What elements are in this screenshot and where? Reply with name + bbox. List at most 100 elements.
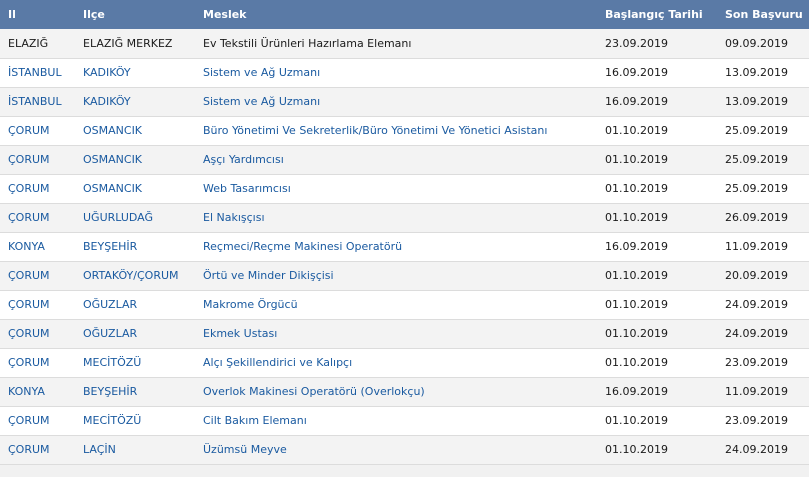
cell-il[interactable]: ÇORUM [0,435,75,464]
cell-ilce[interactable]: OSMANCIK [75,145,195,174]
cell-il[interactable]: ÇORUM [0,145,75,174]
cell-baslangic-tarihi: 01.10.2019 [605,269,668,282]
cell-il[interactable]: ÇORUM [0,319,75,348]
cell-baslangic-tarihi: 16.09.2019 [605,385,668,398]
cell-meslek[interactable]: Sistem ve Ağ Uzmanı [195,58,597,87]
cell-meslek[interactable]: Cilt Bakım Elemanı [195,406,597,435]
cell-ilce[interactable]: MECİTÖZÜ [75,406,195,435]
cell-son-basvuru: 25.09.2019 [725,182,788,195]
cell-meslek[interactable]: Örtü ve Minder Dikişçisi [195,261,597,290]
cell-ilce[interactable]: OĞUZLAR [75,319,195,348]
table-row[interactable]: KONYA BEYŞEHİR Reçmeci/Reçme Makinesi Oper… [0,232,809,261]
table-body: ELAZIĞ ELAZIĞ MERKEZ Ev Tekstili Ürünleri … [0,29,809,464]
column-header-il[interactable]: Il [0,0,75,29]
cell-baslangic-tarihi: 01.10.2019 [605,414,668,427]
cell-il[interactable]: ÇORUM [0,174,75,203]
cell-il[interactable]: KONYA [0,232,75,261]
cell-ilce[interactable]: ELAZIĞ MERKEZ [75,29,195,58]
table-row[interactable]: ÇORUM MECİTÖZÜ Cilt Bakım Elemanı 01.10.201… [0,406,809,435]
cell-il[interactable]: ÇORUM [0,203,75,232]
cell-meslek[interactable]: Büro Yönetimi Ve Sekreterlik/Büro Yöneti… [195,116,597,145]
cell-ilce[interactable]: BEYŞEHİR [75,232,195,261]
cell-baslangic-tarihi: 01.10.2019 [605,153,668,166]
cell-meslek[interactable]: Web Tasarımcısı [195,174,597,203]
table-row[interactable]: ÇORUM ORTAKÖY/ÇORUM Örtü ve Minder Dikişçi… [0,261,809,290]
cell-baslangic-tarihi: 01.10.2019 [605,356,668,369]
table-row[interactable]: ÇORUM OSMANCIK Büro Yönetimi Ve Sekreterli… [0,116,809,145]
cell-baslangic-tarihi: 01.10.2019 [605,182,668,195]
cell-ilce[interactable]: KADIKÖY [75,87,195,116]
table-row[interactable]: ÇORUM UĞURLUDAĞ El Nakışçısı 01.10.2019 26.0… [0,203,809,232]
footer-pattern [0,464,809,477]
cell-ilce[interactable]: KADIKÖY [75,58,195,87]
table-row[interactable]: ÇORUM OSMANCIK Aşçı Yardımcısı 01.10.2019 25… [0,145,809,174]
cell-meslek[interactable]: Sistem ve Ağ Uzmanı [195,87,597,116]
cell-ilce[interactable]: OSMANCIK [75,174,195,203]
cell-son-basvuru: 25.09.2019 [725,153,788,166]
column-header-baslangic-tarihi[interactable]: Başlangıç Tarihi [597,0,717,29]
cell-ilce[interactable]: MECİTÖZÜ [75,348,195,377]
cell-son-basvuru: 24.09.2019 [725,298,788,311]
job-listings-table: Il Ilçe Meslek Başlangıç Tarihi Son Başv… [0,0,809,465]
cell-ilce[interactable]: BEYŞEHİR [75,377,195,406]
cell-baslangic-tarihi: 01.10.2019 [605,124,668,137]
table-row[interactable]: ÇORUM OĞUZLAR Makrome Örgücü 01.10.2019 24.0… [0,290,809,319]
cell-son-basvuru: 23.09.2019 [725,414,788,427]
header-row: Il Ilçe Meslek Başlangıç Tarihi Son Başv… [0,0,809,29]
cell-il[interactable]: İSTANBUL [0,58,75,87]
cell-il[interactable]: ELAZIĞ [0,29,75,58]
cell-baslangic-tarihi: 16.09.2019 [605,95,668,108]
cell-baslangic-tarihi: 01.10.2019 [605,327,668,340]
cell-baslangic-tarihi: 01.10.2019 [605,211,668,224]
cell-baslangic-tarihi: 23.09.2019 [605,36,668,50]
column-header-ilce[interactable]: Ilçe [75,0,195,29]
cell-son-basvuru: 24.09.2019 [725,443,788,456]
table-row[interactable]: ÇORUM OĞUZLAR Ekmek Ustası 01.10.2019 24.09.… [0,319,809,348]
cell-baslangic-tarihi: 16.09.2019 [605,66,668,79]
cell-il[interactable]: ÇORUM [0,290,75,319]
cell-son-basvuru: 11.09.2019 [725,385,788,398]
column-header-meslek[interactable]: Meslek [195,0,597,29]
column-header-son-basvuru[interactable]: Son Başvuru [717,0,809,29]
cell-meslek[interactable]: Alçı Şekillendirici ve Kalıpçı [195,348,597,377]
cell-son-basvuru: 13.09.2019 [725,95,788,108]
table-row[interactable]: ÇORUM OSMANCIK Web Tasarımcısı 01.10.2019 25… [0,174,809,203]
cell-il[interactable]: ÇORUM [0,406,75,435]
cell-meslek[interactable]: Aşçı Yardımcısı [195,145,597,174]
cell-meslek[interactable]: Makrome Örgücü [195,290,597,319]
table-row[interactable]: ÇORUM LAÇİN Üzümsü Meyve 01.10.2019 24.09.20… [0,435,809,464]
cell-ilce[interactable]: LAÇİN [75,435,195,464]
table-row[interactable]: ELAZIĞ ELAZIĞ MERKEZ Ev Tekstili Ürünleri … [0,29,809,58]
table-row[interactable]: İSTANBUL KADIKÖY Sistem ve Ağ Uzmanı 16.09.… [0,87,809,116]
cell-il[interactable]: KONYA [0,377,75,406]
table-row[interactable]: ÇORUM MECİTÖZÜ Alçı Şekillendirici ve Kalı… [0,348,809,377]
cell-ilce[interactable]: OSMANCIK [75,116,195,145]
cell-meslek[interactable]: Reçmeci/Reçme Makinesi Operatörü [195,232,597,261]
cell-son-basvuru: 11.09.2019 [725,240,788,253]
cell-son-basvuru: 24.09.2019 [725,327,788,340]
cell-son-basvuru: 26.09.2019 [725,211,788,224]
cell-meslek[interactable]: El Nakışçısı [195,203,597,232]
cell-il[interactable]: ÇORUM [0,348,75,377]
cell-baslangic-tarihi: 16.09.2019 [605,240,668,253]
cell-son-basvuru: 09.09.2019 [725,36,788,50]
cell-ilce[interactable]: ORTAKÖY/ÇORUM [75,261,195,290]
cell-il[interactable]: İSTANBUL [0,87,75,116]
cell-ilce[interactable]: OĞUZLAR [75,290,195,319]
cell-meslek[interactable]: Üzümsü Meyve [195,435,597,464]
cell-il[interactable]: ÇORUM [0,261,75,290]
cell-meslek[interactable]: Overlok Makinesi Operatörü (Overlokçu) [195,377,597,406]
cell-ilce[interactable]: UĞURLUDAĞ [75,203,195,232]
table-row[interactable]: KONYA BEYŞEHİR Overlok Makinesi Operatörü … [0,377,809,406]
cell-il[interactable]: ÇORUM [0,116,75,145]
table-header: Il Ilçe Meslek Başlangıç Tarihi Son Başv… [0,0,809,29]
table-row[interactable]: İSTANBUL KADIKÖY Sistem ve Ağ Uzmanı 16.09.… [0,58,809,87]
cell-baslangic-tarihi: 01.10.2019 [605,298,668,311]
cell-meslek[interactable]: Ev Tekstili Ürünleri Hazırlama Elemanı [195,29,597,58]
cell-baslangic-tarihi: 01.10.2019 [605,443,668,456]
cell-meslek[interactable]: Ekmek Ustası [195,319,597,348]
cell-son-basvuru: 25.09.2019 [725,124,788,137]
cell-son-basvuru: 20.09.2019 [725,269,788,282]
cell-son-basvuru: 23.09.2019 [725,356,788,369]
cell-son-basvuru: 13.09.2019 [725,66,788,79]
